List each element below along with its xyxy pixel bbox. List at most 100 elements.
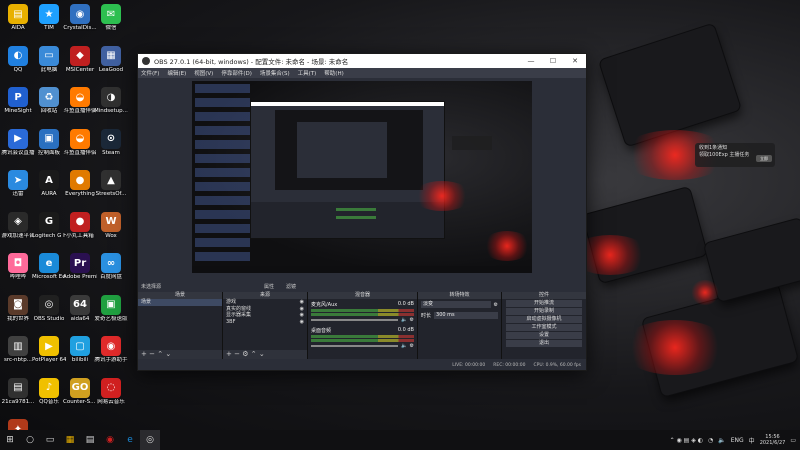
- desktop-icon[interactable]: ▶ 腾讯会议直播: [1, 127, 35, 167]
- desktop-icon[interactable]: ▶PotPlayer 64 bit: [32, 334, 66, 374]
- desktop-icon[interactable]: ✉ 微信: [94, 2, 128, 42]
- menu-tools[interactable]: 工具(T): [298, 69, 317, 77]
- speaker-icon[interactable]: 🔈: [401, 343, 407, 349]
- desktop-icon[interactable]: 64 aida64: [63, 293, 97, 333]
- desktop-icon[interactable]: P MineSight: [1, 85, 35, 125]
- obs-taskbar-icon[interactable]: ◎: [140, 430, 160, 450]
- obs-preview-area[interactable]: [138, 78, 586, 281]
- filters-button[interactable]: 滤镜: [286, 283, 296, 290]
- maximize-button[interactable]: ☐: [542, 57, 564, 65]
- desktop-icon[interactable]: ▣ 控制面板: [32, 127, 66, 167]
- tray-icons[interactable]: ⌃ ◉ ▤ ◈ ◐: [670, 437, 703, 444]
- desktop-icon[interactable]: ● 小丸工具箱: [63, 210, 97, 250]
- notification-center-icon[interactable]: ▭: [790, 437, 796, 444]
- desktop-icon[interactable]: ◎ OBS Studio: [32, 293, 66, 333]
- notification-card[interactable]: 收到1条通知 领取100Exp 主播任务 立即: [695, 143, 775, 167]
- remove-icon[interactable]: −: [234, 350, 240, 358]
- task-view-icon[interactable]: ▭: [40, 430, 60, 450]
- menu-help[interactable]: 帮助(H): [324, 69, 343, 77]
- desktop-icon[interactable]: ◌ 网易云音乐: [94, 376, 128, 416]
- scene-item[interactable]: 场景: [138, 299, 222, 306]
- eye-icon[interactable]: ◉: [300, 319, 304, 326]
- menu-docks[interactable]: 停靠部件(D): [221, 69, 252, 77]
- search-icon[interactable]: ○: [20, 430, 40, 450]
- app-icon[interactable]: ▤: [80, 430, 100, 450]
- up-arrow-icon[interactable]: ⌃: [251, 350, 257, 358]
- input-method-icon[interactable]: 中: [749, 436, 755, 445]
- up-arrow-icon[interactable]: ⌃: [157, 350, 163, 358]
- desktop-icon[interactable]: eMicrosoft Edge: [32, 251, 66, 291]
- source-item[interactable]: 3BF ◉: [223, 319, 307, 326]
- speaker-icon[interactable]: 🔈: [401, 317, 407, 323]
- obs-preview-canvas[interactable]: [192, 81, 532, 273]
- desktop-icon[interactable]: ▭ 此电脑: [32, 44, 66, 84]
- menu-file[interactable]: 文件(F): [141, 69, 159, 77]
- desktop-icon[interactable]: ▤ AIDA: [1, 2, 35, 42]
- desktop-icon[interactable]: ▦ LeaGood: [94, 44, 128, 84]
- exit-button[interactable]: 退出: [506, 339, 582, 347]
- desktop-icon[interactable]: ◈ 游戏加速平台: [1, 210, 35, 250]
- duration-input[interactable]: 300 ms: [434, 312, 498, 319]
- properties-button[interactable]: 属性: [264, 283, 274, 290]
- menu-scene-collection[interactable]: 场景集合(S): [260, 69, 290, 77]
- menu-view[interactable]: 视图(V): [194, 69, 213, 77]
- down-arrow-icon[interactable]: ⌄: [259, 350, 265, 358]
- desktop-icon[interactable]: ▤ 21ca9781...: [1, 376, 35, 416]
- desktop-icon[interactable]: ◒ 斗鱼直播伴侣: [63, 85, 97, 125]
- gear-icon[interactable]: ⚙: [410, 317, 414, 323]
- start-icon[interactable]: ⊞: [0, 430, 20, 450]
- desktop-icon[interactable]: ▢ bilibili: [63, 334, 97, 374]
- desktop-icon[interactable]: ⊙ Steam: [94, 127, 128, 167]
- desktop-icon[interactable]: ◉ CrystalDis...: [63, 2, 97, 42]
- desktop-icon[interactable]: ◑Mindsetup...Iceland: [94, 85, 128, 125]
- desktop-icon[interactable]: ◙ 我的世界: [1, 293, 35, 333]
- obs-titlebar[interactable]: OBS 27.0.1 (64-bit, windows) - 配置文件: 未命名…: [138, 54, 586, 68]
- desktop-icon[interactable]: ▣ 爱奇艺极速版: [94, 293, 128, 333]
- controls-dock-title: 控件: [502, 292, 586, 299]
- transition-type-select[interactable]: 淡变: [421, 301, 491, 308]
- desktop-icon[interactable]: A AURA: [32, 168, 66, 208]
- desktop-icon[interactable]: ∞ 百度网盘: [94, 251, 128, 291]
- desktop-icon[interactable]: GLogitech G HUB: [32, 210, 66, 250]
- settings-button[interactable]: 设置: [506, 331, 582, 339]
- notification-button[interactable]: 立即: [756, 155, 772, 162]
- desktop-icon[interactable]: ◐ QQ: [1, 44, 35, 84]
- gear-icon[interactable]: ⚙: [410, 343, 414, 349]
- start-recording-button[interactable]: 开始录制: [506, 307, 582, 315]
- desktop-icon[interactable]: ◒ 斗鱼直播伴侣: [63, 127, 97, 167]
- start-virtual-camera-button[interactable]: 启动虚拟摄像机: [506, 315, 582, 323]
- gear-icon[interactable]: ⚙: [494, 302, 498, 308]
- clock[interactable]: 15:56 2021/6/27: [760, 434, 786, 446]
- desktop-icon[interactable]: GOCounter-S... Global Off...: [63, 376, 97, 416]
- desktop-icon[interactable]: ➤ 迅雷: [1, 168, 35, 208]
- desktop-icon[interactable]: ▲ StreetsOf...: [94, 168, 128, 208]
- add-icon[interactable]: +: [141, 350, 147, 358]
- studio-mode-button[interactable]: 工作室模式: [506, 323, 582, 331]
- desktop-icon[interactable]: ▥ src-nbtp...: [1, 334, 35, 374]
- netease-icon[interactable]: ◉: [100, 430, 120, 450]
- remove-icon[interactable]: −: [149, 350, 155, 358]
- close-button[interactable]: ✕: [564, 57, 586, 65]
- wifi-icon[interactable]: ◔: [708, 437, 713, 444]
- start-streaming-button[interactable]: 开始推流: [506, 299, 582, 307]
- volume-icon[interactable]: 🔈: [718, 437, 725, 444]
- volume-slider[interactable]: [311, 345, 399, 347]
- minimize-button[interactable]: —: [520, 57, 542, 65]
- desktop-icon[interactable]: W Wox: [94, 210, 128, 250]
- desktop-icon[interactable]: ★ TIM: [32, 2, 66, 42]
- desktop-icon[interactable]: ♻ 回收站: [32, 85, 66, 125]
- file-explorer-icon[interactable]: ▦: [60, 430, 80, 450]
- desktop-icon[interactable]: ♪ QQ音乐: [32, 376, 66, 416]
- down-arrow-icon[interactable]: ⌄: [165, 350, 171, 358]
- desktop-icon[interactable]: ◆ MSICenter: [63, 44, 97, 84]
- desktop-icon[interactable]: ◘ 哔哩哔: [1, 251, 35, 291]
- volume-slider[interactable]: [311, 319, 399, 321]
- menu-edit[interactable]: 编辑(E): [167, 69, 186, 77]
- language-indicator[interactable]: ENG: [731, 437, 744, 444]
- desktop-icon[interactable]: ● Everything: [63, 168, 97, 208]
- add-icon[interactable]: +: [226, 350, 232, 358]
- desktop-icon[interactable]: ◉ 腾讯手游助手: [94, 334, 128, 374]
- gear-icon[interactable]: ⚙: [242, 350, 248, 358]
- desktop-icon[interactable]: PrAdobe Premie...: [63, 251, 97, 291]
- edge-icon[interactable]: e: [120, 430, 140, 450]
